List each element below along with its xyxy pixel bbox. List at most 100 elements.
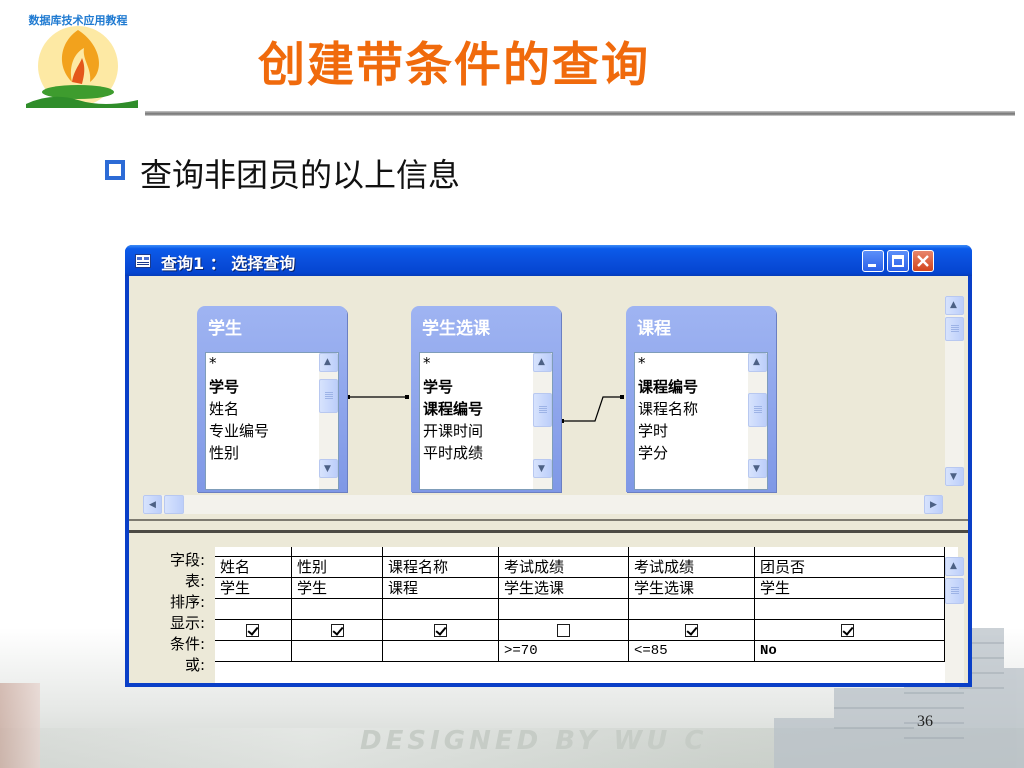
field-list-course[interactable]: 课程 * 课程编号 课程名称 学时 学分 ▲ ▼ <box>626 306 776 492</box>
header-divider <box>145 111 1015 116</box>
grid-sort-cell[interactable] <box>499 599 629 620</box>
field-item[interactable]: 课程名称 <box>638 398 698 419</box>
grid-criteria-cell[interactable] <box>292 641 383 662</box>
scroll-down-button[interactable]: ▼ <box>748 459 767 478</box>
scroll-up-button[interactable]: ▲ <box>945 557 964 576</box>
scroll-up-button[interactable]: ▲ <box>945 296 964 315</box>
field-item[interactable]: 开课时间 <box>423 420 483 441</box>
close-icon <box>917 255 929 267</box>
field-list-scrollbar[interactable]: ▲ ▼ <box>533 353 552 489</box>
field-list-box[interactable]: * 学号 课程编号 开课时间 平时成绩 ▲ ▼ <box>419 352 553 490</box>
column-selector[interactable] <box>755 547 945 557</box>
field-item[interactable]: 课程编号 <box>423 398 483 419</box>
field-list-title: 学生 <box>208 319 242 339</box>
query-icon <box>135 254 151 268</box>
field-item[interactable]: 学号 <box>423 376 453 397</box>
grid-field-cell[interactable]: 课程名称 <box>383 557 499 578</box>
scroll-thumb[interactable] <box>533 393 552 427</box>
field-item[interactable]: * <box>209 354 217 372</box>
scroll-thumb[interactable] <box>319 379 338 413</box>
field-list-scrollbar[interactable]: ▲ ▼ <box>748 353 767 489</box>
scroll-down-button[interactable]: ▼ <box>319 459 338 478</box>
grid-field-cell[interactable]: 考试成绩 <box>499 557 629 578</box>
maximize-button[interactable] <box>887 250 909 272</box>
grid-table-cell[interactable]: 学生 <box>755 578 945 599</box>
scroll-thumb[interactable] <box>748 393 767 427</box>
field-list-course-selection[interactable]: 学生选课 * 学号 课程编号 开课时间 平时成绩 ▲ ▼ <box>411 306 561 492</box>
grid-criteria-cell[interactable] <box>215 641 292 662</box>
field-list-box[interactable]: * 学号 姓名 专业编号 性别 ▲ ▼ <box>205 352 339 490</box>
field-item[interactable]: 学分 <box>638 442 668 463</box>
scroll-up-button[interactable]: ▲ <box>748 353 767 372</box>
grid-field-cell[interactable]: 性别 <box>292 557 383 578</box>
scroll-thumb[interactable] <box>945 578 964 604</box>
show-checkbox[interactable] <box>331 624 344 637</box>
table-pane-vertical-scrollbar[interactable]: ▲ ▼ <box>945 296 964 486</box>
show-checkbox[interactable] <box>841 624 854 637</box>
column-selector[interactable] <box>292 547 383 557</box>
show-checkbox[interactable] <box>685 624 698 637</box>
scroll-left-button[interactable]: ◀ <box>143 495 162 514</box>
scroll-thumb[interactable] <box>164 495 184 514</box>
field-item[interactable]: 学号 <box>209 376 239 397</box>
scroll-up-button[interactable]: ▲ <box>319 353 338 372</box>
scroll-right-button[interactable]: ▶ <box>924 495 943 514</box>
grid-criteria-cell[interactable] <box>383 641 499 662</box>
scroll-down-button[interactable]: ▼ <box>945 467 964 486</box>
field-item[interactable]: 专业编号 <box>209 420 269 441</box>
grid-table-cell[interactable]: 学生 <box>292 578 383 599</box>
grid-sort-cell[interactable] <box>755 599 945 620</box>
grid-show-cell[interactable] <box>629 620 755 641</box>
grid-sort-cell[interactable] <box>629 599 755 620</box>
chevron-down-icon: ▼ <box>538 464 545 474</box>
grid-criteria-cell[interactable]: >=70 <box>499 641 629 662</box>
grid-sort-cell[interactable] <box>292 599 383 620</box>
scroll-thumb[interactable] <box>945 317 964 341</box>
column-selector[interactable] <box>629 547 755 557</box>
grid-field-cell[interactable]: 考试成绩 <box>629 557 755 578</box>
chevron-down-icon: ▼ <box>324 464 331 474</box>
grid-field-cell[interactable]: 姓名 <box>215 557 292 578</box>
field-item[interactable]: 性别 <box>209 442 239 463</box>
close-button[interactable] <box>912 250 934 272</box>
grid-show-cell[interactable] <box>755 620 945 641</box>
chevron-up-icon: ▲ <box>950 300 957 310</box>
grid-sort-cell[interactable] <box>215 599 292 620</box>
grid-criteria-cell[interactable]: No <box>755 641 945 662</box>
grid-table-cell[interactable]: 学生选课 <box>499 578 629 599</box>
grid-criteria-cell[interactable]: <=85 <box>629 641 755 662</box>
field-item[interactable]: 姓名 <box>209 398 239 419</box>
field-item[interactable]: 平时成绩 <box>423 442 483 463</box>
window-titlebar[interactable]: 查询1 ： 选择查询 <box>125 245 972 276</box>
grid-field-cell[interactable]: 团员否 <box>755 557 945 578</box>
grid-sort-cell[interactable] <box>383 599 499 620</box>
show-checkbox[interactable] <box>246 624 259 637</box>
grid-table-cell[interactable]: 课程 <box>383 578 499 599</box>
grid-show-cell[interactable] <box>215 620 292 641</box>
chevron-up-icon: ▲ <box>324 357 331 367</box>
column-selector[interactable] <box>499 547 629 557</box>
pane-splitter[interactable] <box>129 519 968 533</box>
field-list-student[interactable]: 学生 * 学号 姓名 专业编号 性别 ▲ ▼ <box>197 306 347 492</box>
field-item[interactable]: 课程编号 <box>638 376 698 397</box>
grid-table-cell[interactable]: 学生选课 <box>629 578 755 599</box>
grid-show-cell[interactable] <box>499 620 629 641</box>
column-selector[interactable] <box>215 547 292 557</box>
field-list-scrollbar[interactable]: ▲ ▼ <box>319 353 338 489</box>
grid-table-cell[interactable]: 学生 <box>215 578 292 599</box>
field-item[interactable]: * <box>423 354 431 372</box>
show-checkbox[interactable] <box>434 624 447 637</box>
column-selector[interactable] <box>383 547 499 557</box>
field-item[interactable]: 学时 <box>638 420 668 441</box>
field-list-title: 学生选课 <box>422 319 490 339</box>
field-item[interactable]: * <box>638 354 646 372</box>
grid-show-cell[interactable] <box>292 620 383 641</box>
scroll-down-button[interactable]: ▼ <box>533 459 552 478</box>
table-pane-horizontal-scrollbar[interactable]: ◀ ▶ <box>143 495 943 514</box>
scroll-up-button[interactable]: ▲ <box>533 353 552 372</box>
show-checkbox[interactable] <box>557 624 570 637</box>
grid-show-cell[interactable] <box>383 620 499 641</box>
design-grid-scrollbar[interactable]: ▲ <box>945 557 964 683</box>
minimize-button[interactable] <box>862 250 884 272</box>
field-list-box[interactable]: * 课程编号 课程名称 学时 学分 ▲ ▼ <box>634 352 768 490</box>
